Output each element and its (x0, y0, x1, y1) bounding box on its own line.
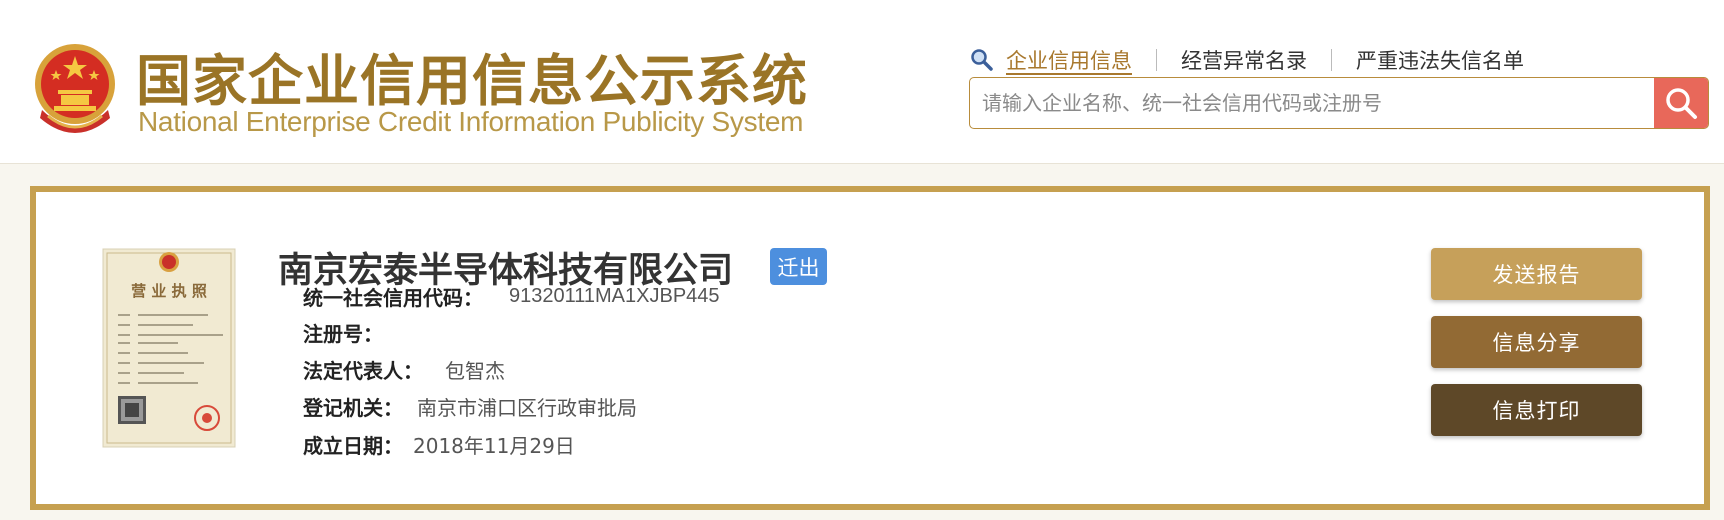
site-header: 国家企业信用信息公示系统 National Enterprise Credit … (0, 0, 1724, 164)
action-buttons: 发送报告 信息分享 信息打印 (1431, 248, 1642, 452)
magnifier-icon[interactable] (970, 48, 994, 72)
credit-code-value: 91320111MA1XJBP445 (509, 284, 720, 307)
info-row-establishment-date: 成立日期： 2018年11月29日 (303, 429, 575, 459)
registration-number-label: 注册号： (303, 321, 383, 346)
info-row-legal-representative: 法定代表人： 包智杰 (303, 354, 505, 384)
top-nav: 企业信用信息 经营异常名录 严重违法失信名单 (970, 44, 1524, 76)
search-icon (1666, 88, 1697, 119)
business-license-thumbnail[interactable]: 营 业 执 照 (102, 248, 236, 448)
license-title: 营 业 执 照 (131, 282, 207, 300)
info-row-registration-authority: 登记机关： 南京市浦口区行政审批局 (303, 391, 637, 421)
nav-link-enterprise-credit[interactable]: 企业信用信息 (1006, 45, 1132, 75)
info-row-credit-code: 统一社会信用代码： 91320111MA1XJBP445 (303, 281, 720, 311)
nav-link-abnormal-operations[interactable]: 经营异常名录 (1181, 45, 1307, 75)
site-title-chinese: 国家企业信用信息公示系统 (136, 49, 809, 113)
nav-link-serious-violations[interactable]: 严重违法失信名单 (1356, 45, 1524, 75)
share-info-button[interactable]: 信息分享 (1431, 316, 1642, 368)
establishment-date-label: 成立日期： (303, 433, 403, 458)
legal-representative-value: 包智杰 (445, 358, 505, 383)
site-title-english: National Enterprise Credit Information P… (138, 106, 804, 137)
registration-authority-label: 登记机关： (303, 395, 403, 420)
nav-divider (1156, 49, 1157, 71)
legal-representative-label: 法定代表人： (303, 358, 423, 383)
nav-divider (1331, 49, 1332, 71)
search-input[interactable] (970, 78, 1650, 128)
print-info-button[interactable]: 信息打印 (1431, 384, 1642, 436)
send-report-button[interactable]: 发送报告 (1431, 248, 1642, 300)
credit-code-label: 统一社会信用代码： (303, 285, 483, 310)
search-box (969, 77, 1709, 129)
establishment-date-value: 2018年11月29日 (413, 433, 575, 458)
info-row-registration-number: 注册号： (303, 317, 399, 347)
national-emblem-icon (35, 44, 115, 133)
registration-authority-value: 南京市浦口区行政审批局 (417, 395, 637, 420)
company-card: 营 业 执 照 南京宏泰半导体科技有限公司 迁出 统一社会信用代码： 91320… (30, 186, 1710, 510)
status-badge: 迁出 (770, 248, 827, 285)
search-button[interactable] (1654, 78, 1708, 128)
